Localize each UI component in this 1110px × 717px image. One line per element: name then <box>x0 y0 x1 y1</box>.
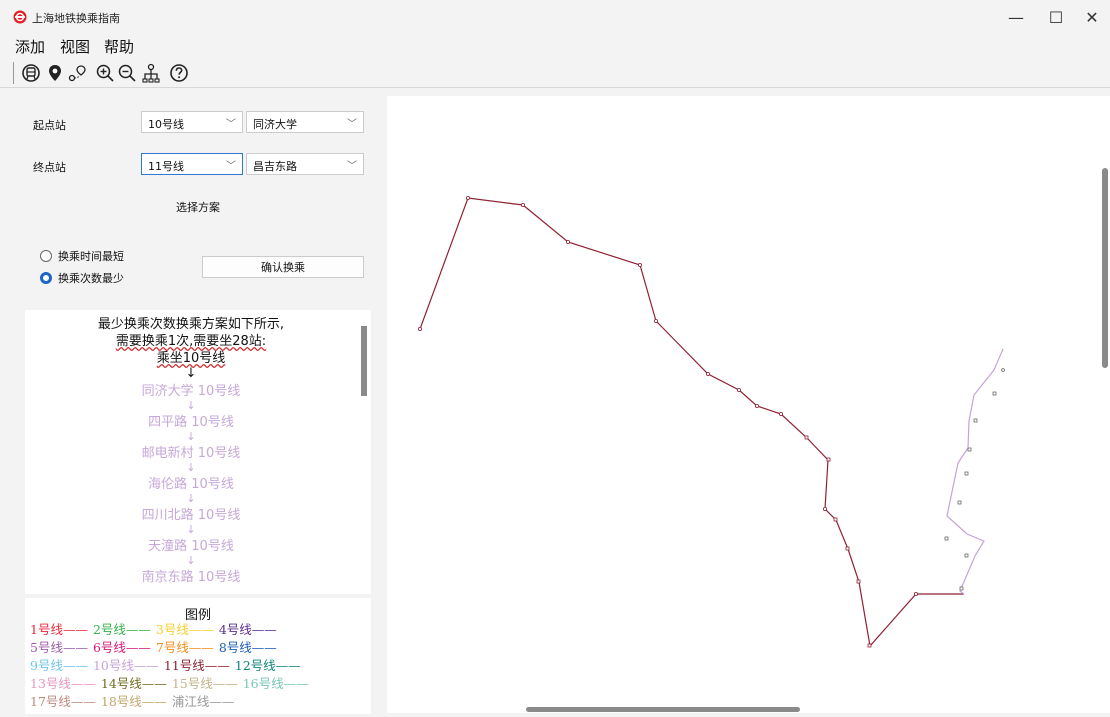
legend-item: 10号线—— <box>92 658 159 673</box>
result-stop: 四平路 10号线 <box>148 415 234 430</box>
map-vertical-scrollbar[interactable] <box>1102 168 1108 368</box>
result-stop-arrow: ↓ <box>186 430 196 443</box>
result-stop: 南京东路 10号线 <box>141 570 241 585</box>
result-stop: 四川北路 10号线 <box>141 508 241 523</box>
scheme-label: 选择方案 <box>176 201 220 214</box>
result-stop: 海伦路 10号线 <box>148 477 234 492</box>
start-station-value: 同济大学 <box>253 118 297 131</box>
chevron-down-icon: ﹀ <box>347 161 357 172</box>
result-stop: 天潼路 10号线 <box>148 539 234 554</box>
location-pin-icon[interactable] <box>44 62 66 84</box>
start-station-label: 起点站 <box>33 119 66 132</box>
legend-row: 17号线—— 18号线—— 浦江线—— <box>30 691 239 710</box>
result-stop: 同济大学 10号线 <box>141 384 241 399</box>
line-10-route <box>946 348 1004 595</box>
legend-item: 17号线—— <box>30 694 96 709</box>
radio-fewest-transfers[interactable]: 换乘次数最少 <box>40 270 124 286</box>
legend-item: 5号线—— <box>30 640 88 655</box>
result-stop-arrow: ↓ <box>186 461 196 474</box>
result-content: 最少换乘次数换乘方案如下所示, 需要换乘1次,需要坐28站: 乘坐10号线 ↓ … <box>25 310 357 586</box>
result-stop-arrow: ↓ <box>186 399 196 412</box>
minimize-button[interactable]: — <box>998 5 1034 29</box>
zoom-out-icon[interactable] <box>116 62 138 84</box>
close-button[interactable]: ✕ <box>1074 5 1110 29</box>
legend-row: 9号线—— 10号线—— 11号线—— 12号线—— <box>30 655 306 674</box>
metro-icon[interactable] <box>20 62 42 84</box>
legend-item: 浦江线—— <box>171 694 235 709</box>
confirm-transfer-button[interactable]: 确认换乘 <box>202 256 364 278</box>
result-stop: 邮电新村 10号线 <box>141 446 241 461</box>
legend-item: 14号线—— <box>100 676 167 691</box>
menu-help[interactable]: 帮助 <box>104 36 134 57</box>
end-line-select[interactable]: 11号线 ﹀ <box>141 153 243 175</box>
legend-item: 15号线—— <box>171 676 238 691</box>
legend-panel: 图例 1号线—— 2号线—— 3号线—— 4号线—— 5号线—— 6号线—— 7号线—— 8… <box>25 598 371 714</box>
result-stop-arrow: ↓ <box>186 554 196 567</box>
zoom-in-icon[interactable] <box>94 62 116 84</box>
menu-add[interactable]: 添加 <box>15 36 45 57</box>
chevron-down-icon: ﹀ <box>226 161 236 172</box>
legend-item: 7号线—— <box>155 640 214 655</box>
result-panel: 最少换乘次数换乘方案如下所示, 需要换乘1次,需要坐28站: 乘坐10号线 ↓ … <box>25 310 371 594</box>
line-11-route <box>419 197 964 648</box>
end-line-value: 11号线 <box>148 160 184 173</box>
menu-bar: 添加 视图 帮助 <box>0 34 1110 58</box>
legend-row: 13号线—— 14号线—— 15号线—— 16号线—— <box>30 673 314 692</box>
metro-logo-icon <box>13 10 27 24</box>
start-line-select[interactable]: 10号线 ﹀ <box>141 111 243 133</box>
start-line-value: 10号线 <box>148 118 184 131</box>
legend-item: 1号线—— <box>30 622 88 637</box>
end-station-select[interactable]: 昌吉东路 ﹀ <box>246 153 364 175</box>
result-stop-arrow: ↓ <box>186 523 196 536</box>
legend-item: 3号线—— <box>155 622 214 637</box>
legend-item: 13号线—— <box>30 676 96 691</box>
start-station-select[interactable]: 同济大学 ﹀ <box>246 111 364 133</box>
radio-shortest-time-label: 换乘时间最短 <box>58 250 124 263</box>
legend-row: 1号线—— 2号线—— 3号线—— 4号线—— <box>30 619 282 638</box>
route-map <box>417 196 1005 648</box>
legend-item: 11号线—— <box>163 658 230 673</box>
network-icon[interactable] <box>140 62 162 84</box>
result-ride-line: 乘坐10号线 <box>156 351 226 366</box>
result-arrow: ↓ <box>185 366 197 381</box>
map-horizontal-scrollbar[interactable] <box>526 707 800 712</box>
legend-item: 16号线—— <box>242 676 309 691</box>
legend-item: 4号线—— <box>218 622 277 637</box>
route-icon[interactable] <box>66 62 88 84</box>
result-stop-arrow: ↓ <box>186 492 196 505</box>
legend-item: 6号线—— <box>92 640 151 655</box>
toolbar <box>0 58 1110 88</box>
radio-fewest-transfers-label: 换乘次数最少 <box>58 272 124 285</box>
end-station-label: 终点站 <box>33 161 66 174</box>
result-scrollbar-thumb[interactable] <box>361 326 367 396</box>
legend-row: 5号线—— 6号线—— 7号线—— 8号线—— <box>30 637 282 656</box>
result-summary: 需要换乘1次,需要坐28站: <box>115 334 267 349</box>
legend-item: 2号线—— <box>92 622 151 637</box>
chevron-down-icon: ﹀ <box>226 119 236 130</box>
legend-item: 9号线—— <box>30 658 88 673</box>
menu-view[interactable]: 视图 <box>60 36 90 57</box>
title-bar: 上海地铁换乘指南 — ☐ ✕ <box>0 0 1110 34</box>
window-title: 上海地铁换乘指南 <box>32 12 120 25</box>
toolbar-separator <box>13 62 14 84</box>
chevron-down-icon: ﹀ <box>347 119 357 130</box>
radio-unchecked-icon <box>40 250 52 262</box>
legend-item: 8号线—— <box>218 640 277 655</box>
control-panel: 起点站 10号线 ﹀ 同济大学 ﹀ 终点站 11号线 ﹀ 昌吉东路 ﹀ 选择方案… <box>0 89 380 714</box>
result-heading: 最少换乘次数换乘方案如下所示, <box>97 317 285 332</box>
legend-item: 12号线—— <box>234 658 301 673</box>
help-icon[interactable] <box>168 62 190 84</box>
result-scrollbar[interactable] <box>357 310 371 594</box>
metro-map-canvas[interactable] <box>387 96 1110 713</box>
legend-item: 18号线—— <box>100 694 167 709</box>
maximize-button[interactable]: ☐ <box>1038 5 1074 29</box>
radio-shortest-time[interactable]: 换乘时间最短 <box>40 248 124 264</box>
station-markers <box>417 196 919 648</box>
end-station-value: 昌吉东路 <box>253 160 297 173</box>
radio-checked-icon <box>40 272 52 284</box>
